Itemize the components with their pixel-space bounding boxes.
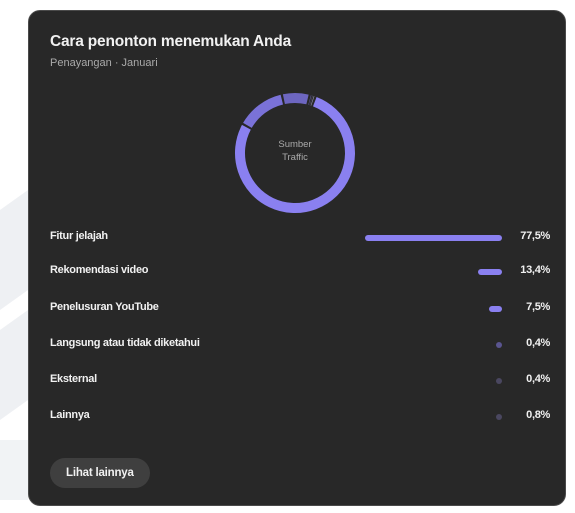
traffic-source-bar [489, 306, 502, 312]
traffic-source-label: Rekomendasi video [50, 264, 149, 276]
traffic-source-row: Penelusuran YouTube 7,5% [50, 299, 550, 319]
traffic-source-value: 7,5% [526, 301, 550, 313]
traffic-source-row: Lainnya 0,8% [50, 407, 550, 427]
traffic-source-value: 0,4% [526, 337, 550, 349]
traffic-source-bar [496, 342, 502, 348]
donut-center-label-line2: Traffic [282, 152, 308, 163]
traffic-donut-chart: Sumber Traffic [231, 89, 359, 217]
traffic-source-bar [496, 378, 502, 384]
traffic-source-bar [365, 235, 502, 241]
card-subtitle: Penayangan · Januari [50, 57, 158, 69]
traffic-source-value: 77,5% [520, 230, 550, 242]
traffic-source-label: Lainnya [50, 409, 90, 421]
card-title: Cara penonton menemukan Anda [50, 33, 291, 50]
see-more-button[interactable]: Lihat lainnya [50, 458, 150, 488]
traffic-source-label: Eksternal [50, 373, 97, 385]
traffic-source-label: Penelusuran YouTube [50, 301, 159, 313]
traffic-source-value: 0,8% [526, 409, 550, 421]
donut-center-label-line1: Sumber [278, 139, 312, 150]
traffic-source-row: Rekomendasi video 13,4% [50, 262, 550, 282]
traffic-source-bar [496, 414, 502, 420]
traffic-source-value: 0,4% [526, 373, 550, 385]
traffic-source-row: Eksternal 0,4% [50, 371, 550, 391]
donut-segment [282, 93, 309, 105]
traffic-source-row: Fitur jelajah 77,5% [50, 228, 550, 248]
traffic-source-label: Langsung atau tidak diketahui [50, 337, 200, 349]
traffic-source-label: Fitur jelajah [50, 230, 108, 242]
traffic-source-card: Cara penonton menemukan Anda Penayangan … [28, 10, 566, 506]
traffic-source-row: Langsung atau tidak diketahui 0,4% [50, 335, 550, 355]
donut-segment [243, 94, 284, 129]
traffic-source-bar [478, 269, 502, 275]
traffic-source-value: 13,4% [520, 264, 550, 276]
donut-center-label: Sumber Traffic [231, 138, 359, 164]
